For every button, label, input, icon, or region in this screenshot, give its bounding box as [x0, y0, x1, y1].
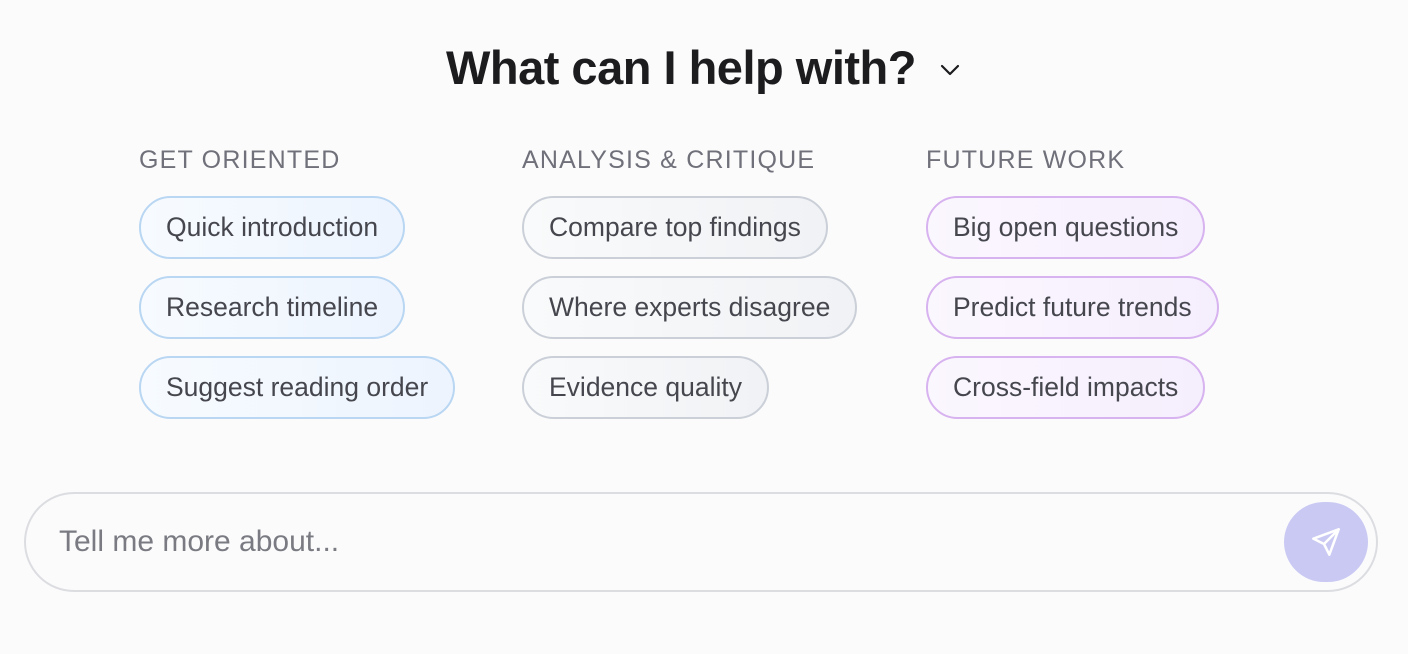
send-icon [1310, 526, 1342, 558]
column-heading: ANALYSIS & CRITIQUE [522, 146, 816, 174]
chip-cross-field-impacts[interactable]: Cross-field impacts [926, 356, 1206, 419]
chip-research-timeline[interactable]: Research timeline [139, 276, 406, 339]
chip-compare-top-findings[interactable]: Compare top findings [522, 196, 828, 259]
chevron-down-icon[interactable] [938, 58, 962, 82]
chip-list: Big open questions Predict future trends… [926, 196, 1219, 419]
column-analysis-critique: ANALYSIS & CRITIQUE Compare top findings… [522, 144, 858, 419]
suggestions-page: What can I help with? GET ORIENTED Quick… [0, 0, 1408, 654]
chip-list: Quick introduction Research timeline Sug… [139, 196, 456, 419]
column-get-oriented: GET ORIENTED Quick introduction Research… [139, 144, 456, 419]
column-future-work: FUTURE WORK Big open questions Predict f… [926, 144, 1219, 419]
message-composer [24, 492, 1378, 592]
column-heading: FUTURE WORK [926, 146, 1126, 174]
chip-big-open-questions[interactable]: Big open questions [926, 196, 1206, 259]
message-input[interactable] [59, 494, 1259, 590]
chip-list: Compare top findings Where experts disag… [522, 196, 858, 419]
chip-predict-future-trends[interactable]: Predict future trends [926, 276, 1219, 339]
page-title: What can I help with? [446, 41, 916, 94]
title-row: What can I help with? [0, 36, 1408, 100]
chip-suggest-reading-order[interactable]: Suggest reading order [139, 356, 456, 419]
chip-evidence-quality[interactable]: Evidence quality [522, 356, 769, 419]
chip-where-experts-disagree[interactable]: Where experts disagree [522, 276, 858, 339]
send-button[interactable] [1284, 502, 1368, 582]
chip-quick-introduction[interactable]: Quick introduction [139, 196, 406, 259]
column-heading: GET ORIENTED [139, 146, 341, 174]
